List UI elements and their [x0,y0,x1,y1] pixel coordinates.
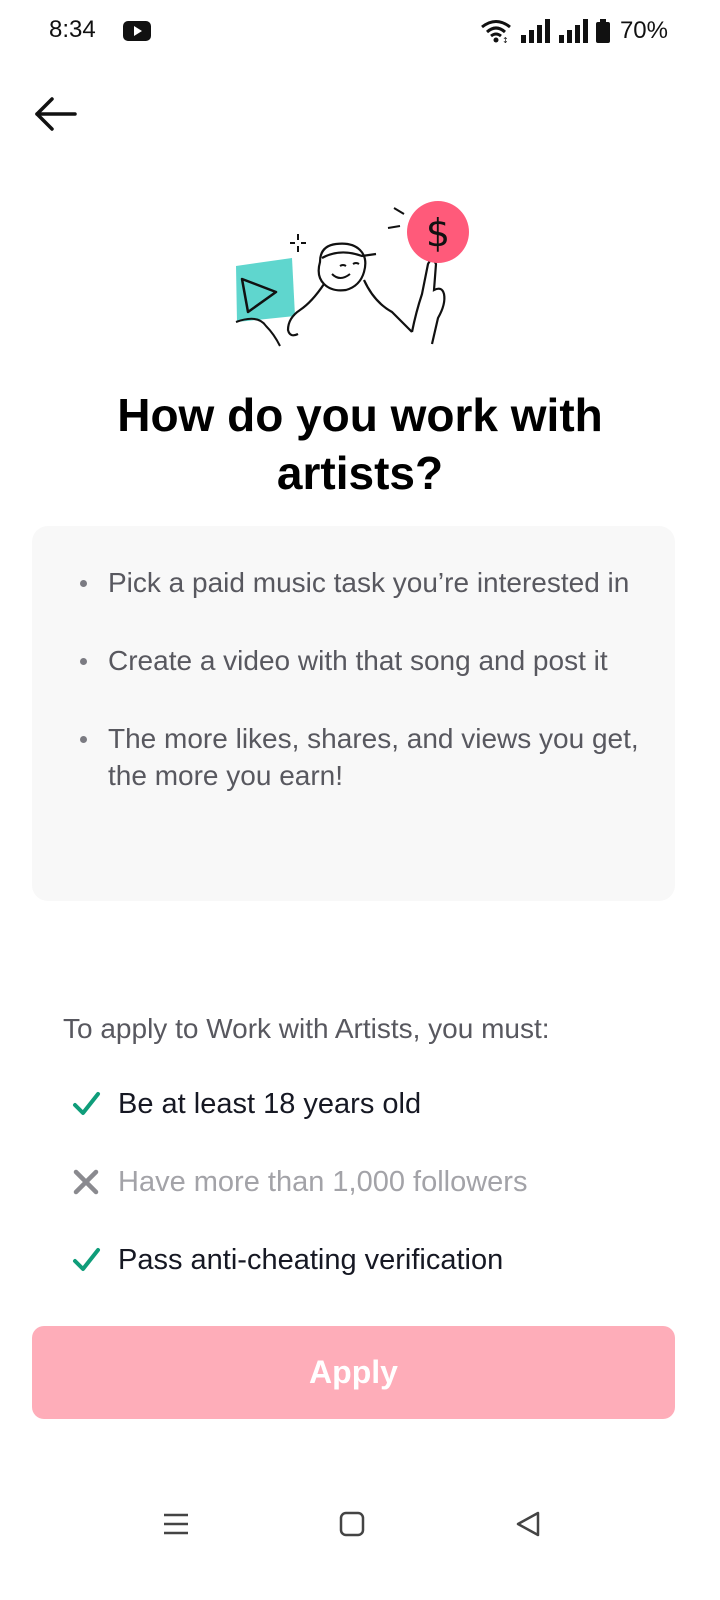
status-bar: 8:34 ↕ 70% [0,0,720,64]
battery-icon [595,19,610,43]
arrow-left-icon [35,97,77,131]
svg-text:$: $ [426,211,450,255]
info-card: Pick a paid music task you’re interested… [32,526,675,901]
wifi-icon: ↕ [481,20,511,43]
cross-icon [70,1166,102,1198]
youtube-icon [123,21,151,41]
requirements-intro: To apply to Work with Artists, you must: [63,1013,550,1044]
page-title: How do you work with artists? [117,389,603,499]
requirement-text: Pass anti-cheating verification [118,1243,504,1276]
back-triangle-icon [516,1511,540,1537]
requirements-list: Be at least 18 years old Have more than … [70,1080,670,1314]
svg-text:↕: ↕ [502,36,509,43]
back-button[interactable] [30,92,80,136]
requirement-item: Have more than 1,000 followers [70,1158,670,1206]
requirement-item: Pass anti-cheating verification [70,1236,670,1284]
info-item: Create a video with that song and post i… [80,642,647,679]
apply-button[interactable]: Apply [32,1326,675,1419]
home-square-icon [339,1511,365,1537]
home-button[interactable] [322,1502,382,1546]
requirement-text: Be at least 18 years old [118,1087,422,1120]
system-nav-bar [0,1480,720,1600]
signal-icon [558,19,588,43]
recent-apps-button[interactable] [146,1502,206,1546]
info-item: Pick a paid music task you’re interested… [80,564,647,601]
artist-earning-illustration: $ [235,201,469,347]
menu-icon [164,1513,188,1535]
status-icons: ↕ 70% [480,16,668,46]
battery-percent: 70% [619,17,668,44]
status-time: 8:34 [49,16,96,43]
info-item: The more likes, shares, and views you ge… [80,720,647,794]
system-back-button[interactable] [498,1502,558,1546]
check-icon [70,1244,102,1276]
requirement-item: Be at least 18 years old [70,1080,670,1128]
check-icon [70,1088,102,1120]
requirement-text: Have more than 1,000 followers [118,1165,528,1198]
info-list: Pick a paid music task you’re interested… [80,564,647,794]
signal-icon [520,19,550,43]
